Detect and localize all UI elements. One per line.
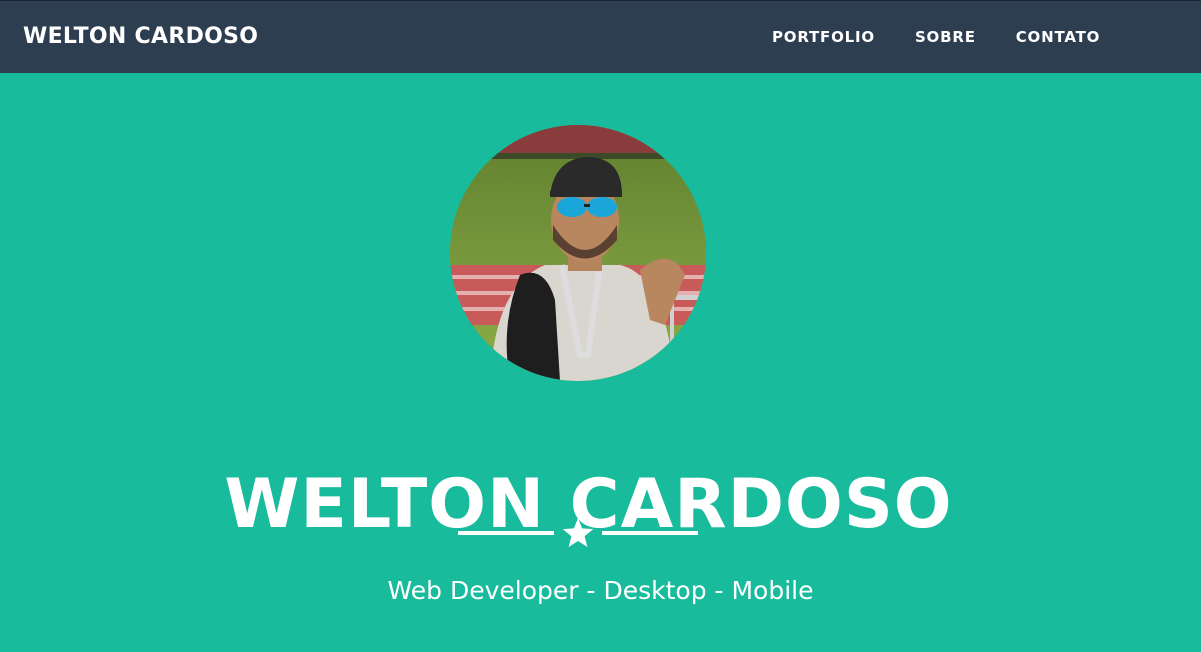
navbar: WELTON CARDOSO PORTFOLIO SOBRE CONTATO	[0, 0, 1201, 73]
brand-link[interactable]: WELTON CARDOSO	[23, 23, 258, 51]
divider-line-right	[602, 531, 698, 535]
star-icon	[562, 518, 594, 547]
star-divider	[458, 518, 698, 547]
divider-line-left	[458, 531, 554, 535]
profile-photo	[450, 125, 706, 381]
masthead: WELTON CARDOSO Web Developer - Desktop -…	[0, 73, 1201, 652]
nav-link-sobre[interactable]: SOBRE	[915, 27, 976, 47]
profile-photo-illustration	[450, 125, 706, 381]
subtitle: Web Developer - Desktop - Mobile	[387, 576, 814, 605]
nav-link-portfolio[interactable]: PORTFOLIO	[772, 27, 875, 47]
nav-link-contato[interactable]: CONTATO	[1016, 27, 1100, 47]
nav-menu: PORTFOLIO SOBRE CONTATO	[772, 27, 1100, 47]
